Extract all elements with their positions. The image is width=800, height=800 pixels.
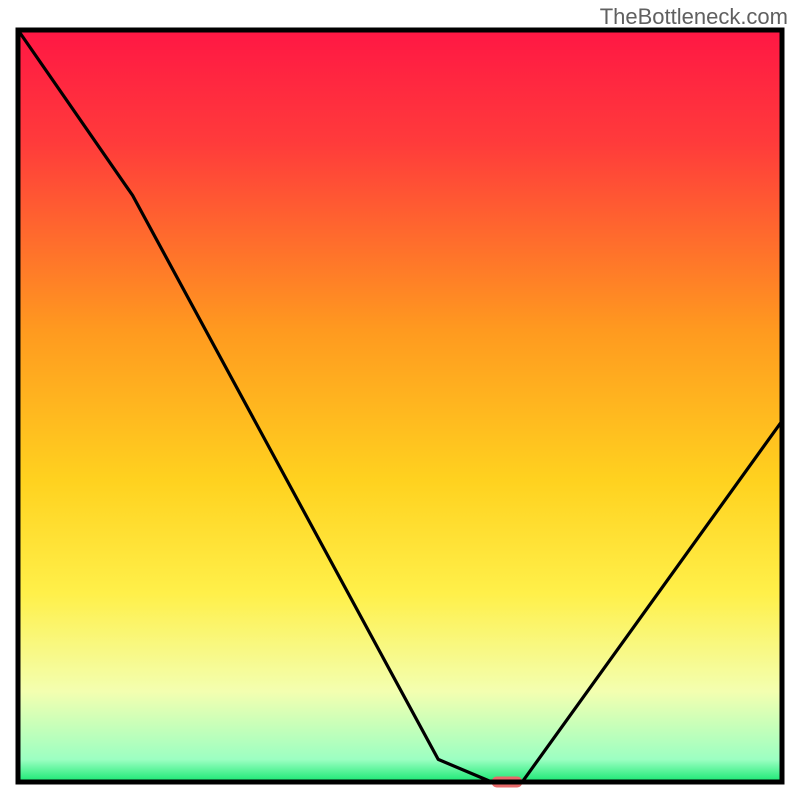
chart-svg — [0, 0, 800, 800]
plot-background — [18, 30, 782, 782]
bottleneck-chart: TheBottleneck.com — [0, 0, 800, 800]
watermark-text: TheBottleneck.com — [600, 4, 788, 30]
